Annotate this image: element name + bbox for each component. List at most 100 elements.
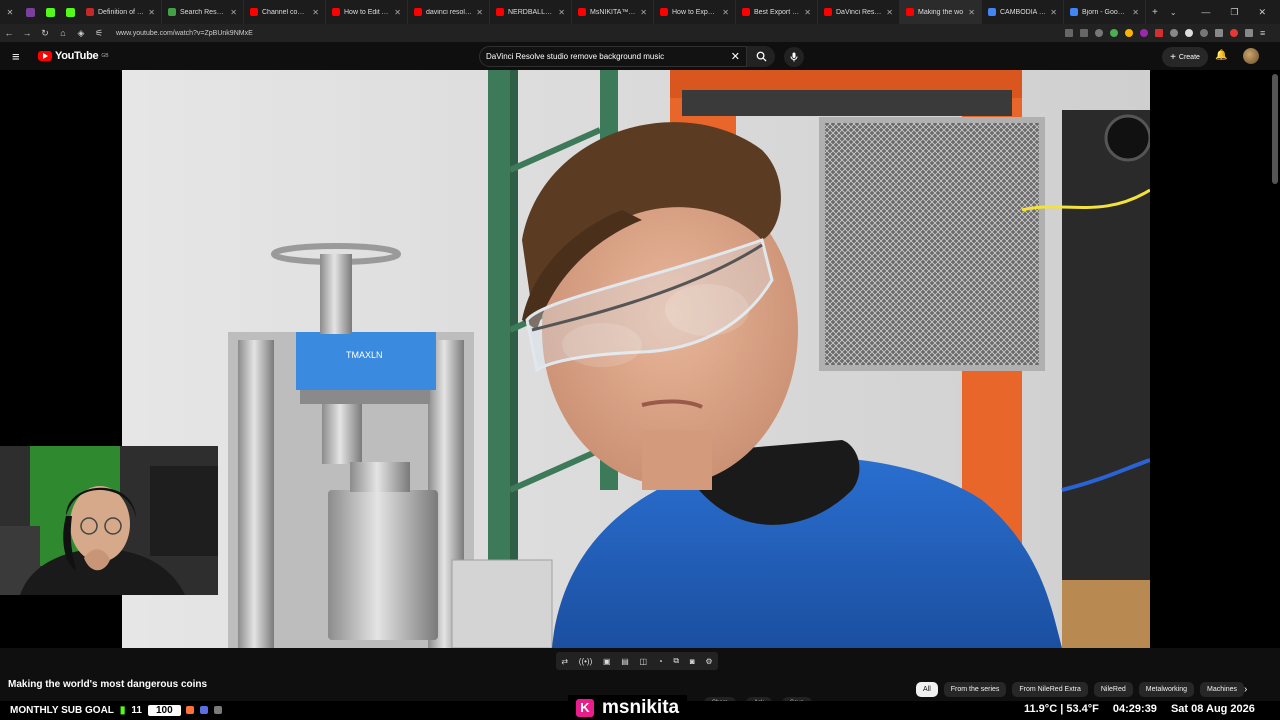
channel-name: msnikita — [602, 696, 680, 718]
tab-close-icon[interactable]: ✕ — [640, 8, 647, 17]
tab-close-icon[interactable]: ✕ — [230, 8, 237, 17]
cinema-icon[interactable]: ▤ — [621, 657, 629, 666]
extension-white-icon[interactable] — [1185, 29, 1193, 37]
popout-icon[interactable]: ⧉ — [673, 656, 679, 666]
chip-from-nilered-extra[interactable]: From NileRed Extra — [1012, 682, 1088, 697]
forward-icon[interactable]: → — [18, 28, 36, 38]
tab-close-icon[interactable]: ✕ — [1132, 8, 1139, 17]
close-window-icon[interactable]: ✕ — [1258, 7, 1266, 18]
audio-icon[interactable]: ((•)) — [579, 657, 592, 666]
sidebar-icon[interactable] — [1245, 29, 1253, 37]
browser-tab[interactable]: How to Export Video ✕ — [654, 0, 736, 24]
browser-tab[interactable]: Bjorn - Google Sear ✕ — [1064, 0, 1146, 24]
chip-nilered[interactable]: NileRed — [1093, 682, 1133, 697]
browser-tab[interactable]: davinci resolve track✕ — [408, 0, 490, 24]
chevron-right-icon[interactable]: › — [1244, 684, 1247, 695]
tab-close-icon[interactable]: ✕ — [476, 8, 483, 17]
minimize-icon[interactable]: — — [1201, 7, 1210, 17]
browser-tab[interactable]: DaVinci Resolve FRE ✕ — [818, 0, 900, 24]
tab-close-icon[interactable]: ✕ — [886, 8, 893, 17]
site-settings-icon[interactable]: ⚟ — [90, 28, 108, 39]
extension-red-icon[interactable] — [1155, 29, 1163, 37]
tab-favicon-icon — [86, 8, 94, 16]
browser-tab[interactable]: CAMBODIA - Googl ✕ — [982, 0, 1064, 24]
youtube-logo[interactable]: YouTube GB — [38, 50, 109, 62]
shield-icon[interactable]: ◈ — [72, 28, 90, 39]
video-player[interactable]: TMAXLN — [122, 70, 1150, 648]
taskbar-icons — [186, 706, 222, 714]
voice-search-button[interactable] — [784, 47, 804, 67]
app-icon[interactable] — [200, 706, 208, 714]
pip-icon[interactable]: ◫ — [640, 657, 648, 666]
back-icon[interactable]: ← — [0, 28, 18, 38]
puzzle-icon[interactable] — [1215, 29, 1223, 37]
create-button[interactable]: + Create — [1162, 47, 1208, 67]
tab-list-chevron-icon[interactable]: ⌄ — [1170, 8, 1177, 17]
extension-gray-icon[interactable] — [1200, 29, 1208, 37]
star-icon[interactable] — [1095, 29, 1103, 37]
browser-tab[interactable]: How to Edit A Video ✕ — [326, 0, 408, 24]
new-tab-icon[interactable]: + — [1152, 7, 1158, 18]
video-frame: TMAXLN — [122, 70, 1150, 648]
camera-icon[interactable]: ◙ — [690, 657, 695, 666]
browser-tab[interactable]: Best Export Settings✕ — [736, 0, 818, 24]
tab-favicon-icon — [250, 8, 258, 16]
search-input[interactable]: DaVinci Resolve studio remove background… — [479, 46, 747, 67]
chip-from-the-series[interactable]: From the series — [943, 682, 1007, 697]
microphone-icon — [790, 52, 798, 62]
avatar[interactable] — [1243, 48, 1259, 64]
extension-dark-icon[interactable] — [1170, 29, 1178, 37]
extension-colorful-icon[interactable] — [1125, 29, 1133, 37]
tab-label: Definition of 유튜브 — [98, 9, 144, 16]
gear-icon[interactable]: ⚙ — [705, 657, 712, 666]
reload-icon[interactable]: ↻ — [36, 28, 54, 39]
gauge-icon[interactable]: ◔ — [658, 657, 663, 666]
menu-icon[interactable]: ≡ — [1260, 29, 1270, 38]
pinned-tab-kick[interactable] — [40, 0, 60, 24]
reader-icon[interactable] — [1080, 29, 1088, 37]
chip-machines[interactable]: Machines — [1200, 682, 1244, 697]
tab-favicon-icon — [1070, 8, 1078, 16]
tab-close-icon[interactable]: ✕ — [968, 8, 975, 17]
clock-date: Sat 08 Aug 2026 — [1170, 703, 1255, 715]
browser-tab[interactable]: Search Results | Trai✕ — [162, 0, 244, 24]
tab-close-icon[interactable]: ✕ — [394, 8, 401, 17]
page-scrollbar[interactable] — [1272, 74, 1278, 184]
browser-tab[interactable]: Definition of 유튜브 ✕ — [80, 0, 162, 24]
search-button[interactable] — [747, 46, 775, 67]
browser-tab[interactable]: Channel content - Yo ✕ — [244, 0, 326, 24]
tab-close-icon[interactable]: ✕ — [722, 8, 729, 17]
video-title: Making the world's most dangerous coins — [8, 679, 208, 690]
profile-dot-icon[interactable] — [1230, 29, 1238, 37]
loop-icon[interactable]: ⇄ — [561, 657, 568, 666]
extension-purple-icon[interactable] — [1140, 29, 1148, 37]
pinned-tab-kick-2[interactable] — [60, 0, 80, 24]
notifications-bell-icon[interactable]: 🔔 — [1215, 50, 1227, 61]
speed-icon[interactable]: ▣ — [603, 657, 611, 666]
screenshot-icon[interactable] — [1065, 29, 1073, 37]
tab-label: Best Export Settings — [754, 8, 801, 16]
address-bar: ← → ↻ ⌂ ◈ ⚟ www.youtube.com/watch?v=ZpBU… — [0, 24, 1280, 42]
chip-metalworking[interactable]: Metalworking — [1138, 682, 1195, 697]
tab-close-icon[interactable]: ✕ — [0, 0, 20, 24]
tab-favicon-icon — [824, 8, 832, 16]
tab-close-icon[interactable]: ✕ — [804, 8, 811, 17]
download-icon[interactable] — [1110, 29, 1118, 37]
chat-icon[interactable] — [214, 706, 222, 714]
tab-favicon-icon — [988, 8, 996, 16]
tab-close-icon[interactable]: ✕ — [558, 8, 565, 17]
browser-tab[interactable]: Making the wo ✕ — [900, 0, 982, 24]
browser-tab[interactable]: MsNIKITA™ - YouTu ✕ — [572, 0, 654, 24]
tab-close-icon[interactable]: ✕ — [312, 8, 319, 17]
url-field[interactable]: www.youtube.com/watch?v=ZpBUnk9NMxE — [116, 30, 253, 37]
tab-close-icon[interactable]: ✕ — [1050, 8, 1057, 17]
maximize-icon[interactable]: ❐ — [1230, 7, 1238, 18]
home-icon[interactable]: ⌂ — [54, 28, 72, 38]
pinned-tab-purple[interactable] — [20, 0, 40, 24]
browser-tab[interactable]: NERDBALLERTV - Yo✕ — [490, 0, 572, 24]
firefox-icon[interactable] — [186, 706, 194, 714]
clear-search-icon[interactable]: ✕ — [731, 50, 740, 63]
tab-close-icon[interactable]: ✕ — [148, 8, 155, 17]
chip-all[interactable]: All — [916, 682, 938, 697]
hamburger-menu-icon[interactable]: ≡ — [12, 49, 32, 64]
